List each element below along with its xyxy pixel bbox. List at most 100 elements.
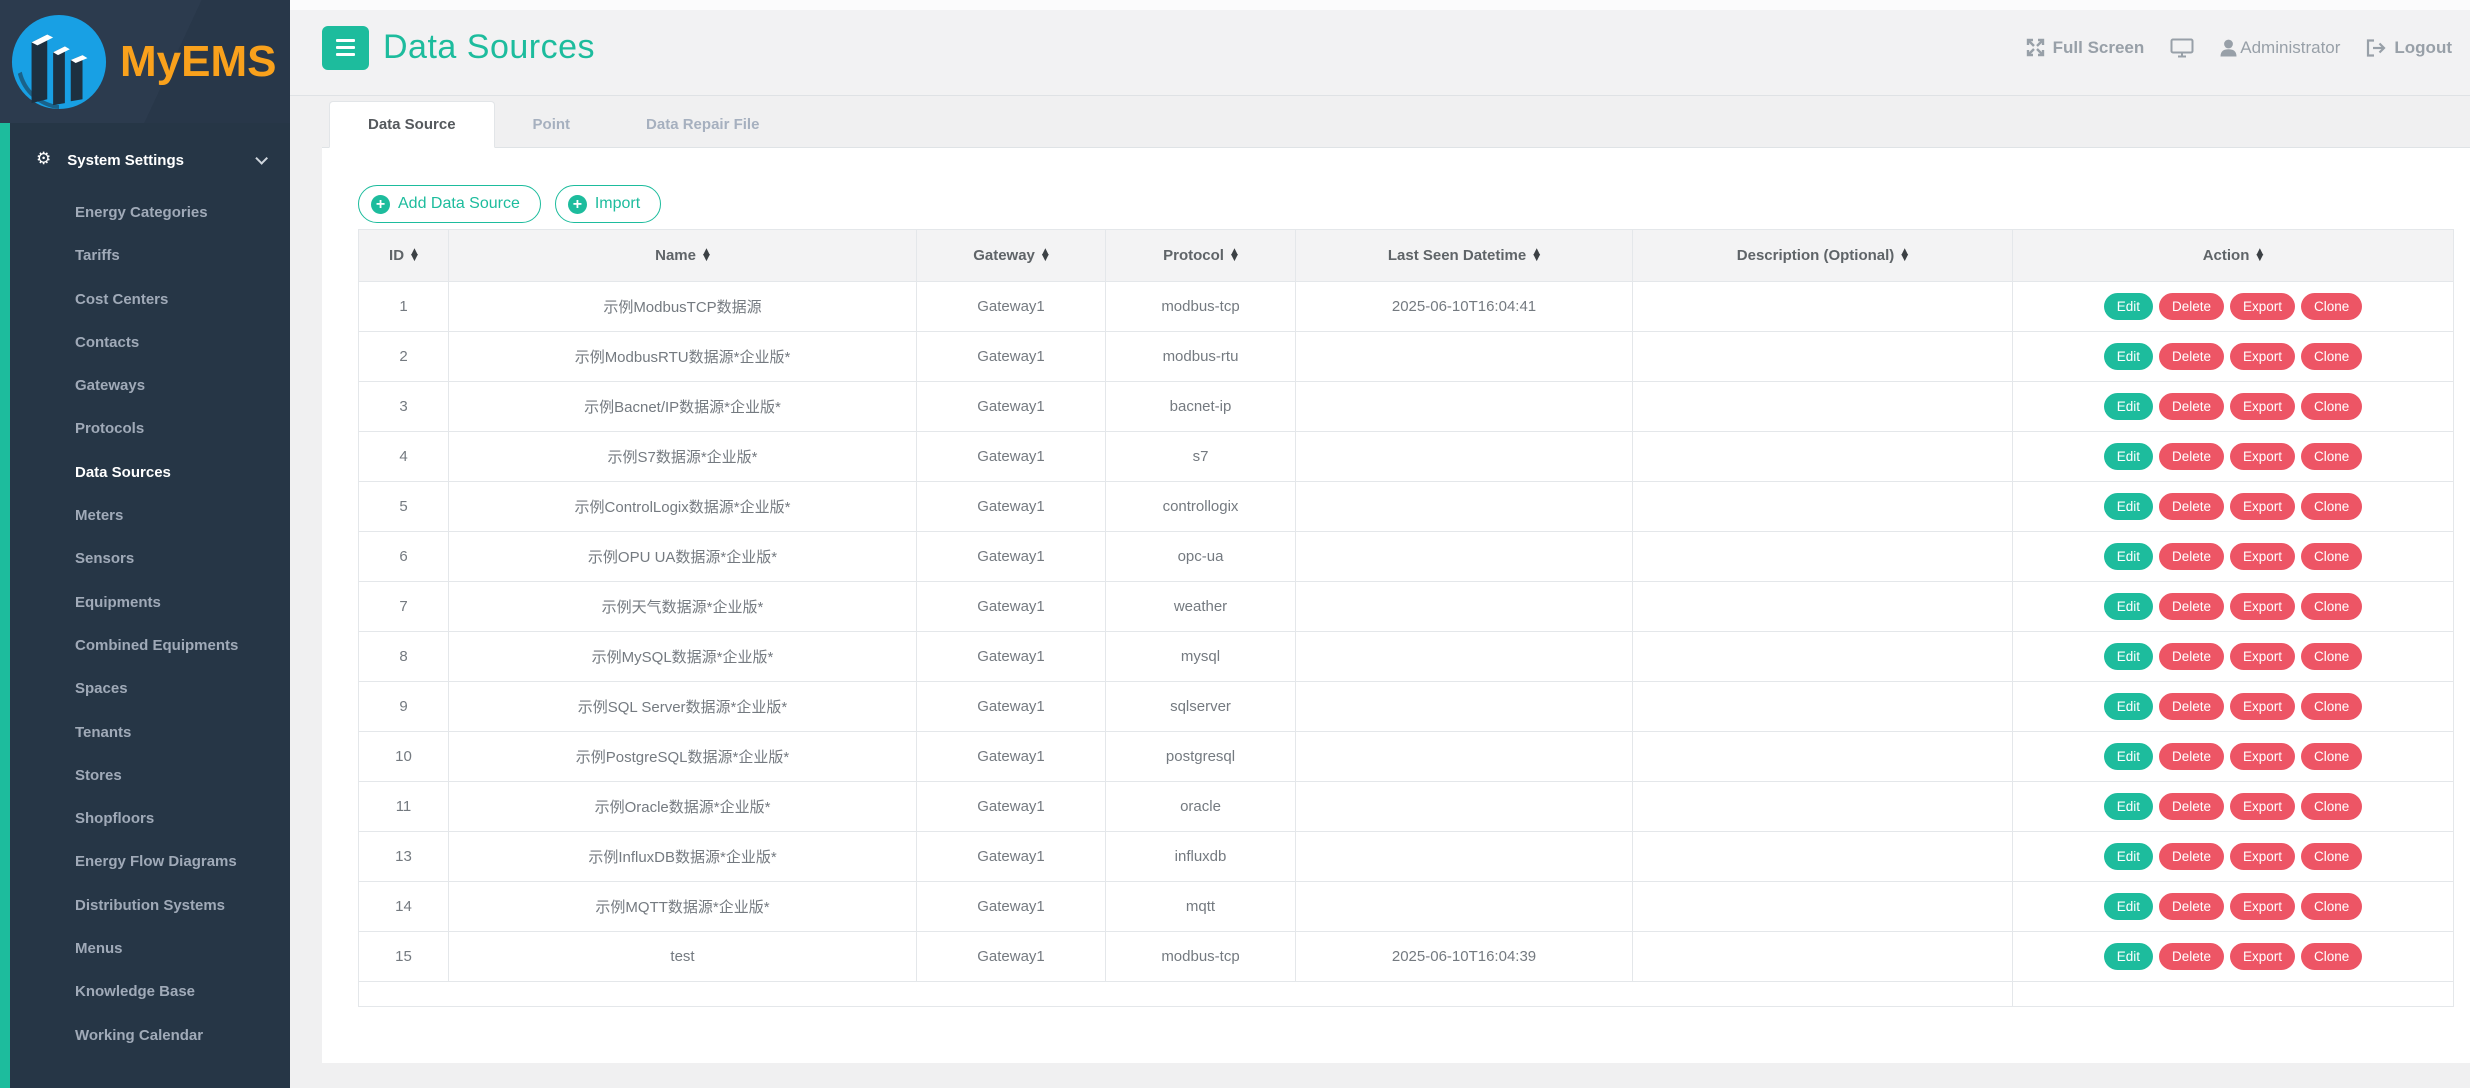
table-cell bbox=[1296, 682, 1633, 732]
edit-button[interactable]: Edit bbox=[2104, 693, 2153, 720]
delete-button[interactable]: Delete bbox=[2159, 643, 2224, 670]
sidebar-item-shopfloors[interactable]: Shopfloors bbox=[0, 797, 290, 840]
sidebar-item-tariffs[interactable]: Tariffs bbox=[0, 234, 290, 277]
delete-button[interactable]: Delete bbox=[2159, 293, 2224, 320]
clone-button[interactable]: Clone bbox=[2301, 643, 2362, 670]
clone-button[interactable]: Clone bbox=[2301, 493, 2362, 520]
sidebar-item-menus[interactable]: Menus bbox=[0, 927, 290, 970]
collapse-menu-button[interactable] bbox=[322, 26, 369, 70]
delete-button[interactable]: Delete bbox=[2159, 493, 2224, 520]
edit-button[interactable]: Edit bbox=[2104, 343, 2153, 370]
brand-logo[interactable]: MyEMS bbox=[0, 0, 290, 123]
edit-button[interactable]: Edit bbox=[2104, 393, 2153, 420]
export-button[interactable]: Export bbox=[2230, 743, 2295, 770]
delete-button[interactable]: Delete bbox=[2159, 343, 2224, 370]
column-header-gateway[interactable]: Gateway▲▼ bbox=[917, 230, 1106, 282]
clone-button[interactable]: Clone bbox=[2301, 943, 2362, 970]
edit-button[interactable]: Edit bbox=[2104, 443, 2153, 470]
clone-button[interactable]: Clone bbox=[2301, 693, 2362, 720]
edit-button[interactable]: Edit bbox=[2104, 793, 2153, 820]
edit-button[interactable]: Edit bbox=[2104, 843, 2153, 870]
edit-button[interactable]: Edit bbox=[2104, 943, 2153, 970]
sidebar-item-energy-categories[interactable]: Energy Categories bbox=[0, 191, 290, 234]
sidebar-item-knowledge-base[interactable]: Knowledge Base bbox=[0, 970, 290, 1013]
tab-point[interactable]: Point bbox=[495, 101, 609, 148]
edit-button[interactable]: Edit bbox=[2104, 543, 2153, 570]
sidebar-item-system-settings[interactable]: ⚙ System Settings bbox=[0, 140, 290, 180]
export-button[interactable]: Export bbox=[2230, 843, 2295, 870]
export-button[interactable]: Export bbox=[2230, 593, 2295, 620]
table-row: 8示例MySQL数据源*企业版*Gateway1mysqlEditDeleteE… bbox=[359, 632, 2454, 682]
sidebar-item-distribution-systems[interactable]: Distribution Systems bbox=[0, 884, 290, 927]
export-button[interactable]: Export bbox=[2230, 793, 2295, 820]
tab-data-repair-file[interactable]: Data Repair File bbox=[608, 101, 797, 148]
sidebar-item-meters[interactable]: Meters bbox=[0, 494, 290, 537]
clone-button[interactable]: Clone bbox=[2301, 543, 2362, 570]
column-header-last-seen-datetime[interactable]: Last Seen Datetime▲▼ bbox=[1296, 230, 1633, 282]
sidebar-item-working-calendar[interactable]: Working Calendar bbox=[0, 1014, 290, 1057]
edit-button[interactable]: Edit bbox=[2104, 293, 2153, 320]
sidebar-item-energy-flow-diagrams[interactable]: Energy Flow Diagrams bbox=[0, 840, 290, 883]
edit-button[interactable]: Edit bbox=[2104, 593, 2153, 620]
column-header-description-optional-[interactable]: Description (Optional)▲▼ bbox=[1633, 230, 2013, 282]
sidebar-item-equipments[interactable]: Equipments bbox=[0, 581, 290, 624]
export-button[interactable]: Export bbox=[2230, 643, 2295, 670]
add-data-source-button[interactable]: + Add Data Source bbox=[358, 185, 541, 223]
sidebar-item-contacts[interactable]: Contacts bbox=[0, 321, 290, 364]
delete-button[interactable]: Delete bbox=[2159, 693, 2224, 720]
sidebar-item-cost-centers[interactable]: Cost Centers bbox=[0, 278, 290, 321]
logout-button[interactable]: Logout bbox=[2366, 38, 2452, 58]
clone-button[interactable]: Clone bbox=[2301, 293, 2362, 320]
edit-button[interactable]: Edit bbox=[2104, 643, 2153, 670]
clone-button[interactable]: Clone bbox=[2301, 593, 2362, 620]
delete-button[interactable]: Delete bbox=[2159, 893, 2224, 920]
export-button[interactable]: Export bbox=[2230, 543, 2295, 570]
full-screen-button[interactable]: Full Screen bbox=[2026, 38, 2145, 58]
clone-button[interactable]: Clone bbox=[2301, 343, 2362, 370]
delete-button[interactable]: Delete bbox=[2159, 443, 2224, 470]
table-cell: 10 bbox=[359, 732, 449, 782]
export-button[interactable]: Export bbox=[2230, 943, 2295, 970]
export-button[interactable]: Export bbox=[2230, 893, 2295, 920]
edit-button[interactable]: Edit bbox=[2104, 893, 2153, 920]
tab-data-source[interactable]: Data Source bbox=[329, 101, 495, 148]
export-button[interactable]: Export bbox=[2230, 343, 2295, 370]
delete-button[interactable]: Delete bbox=[2159, 543, 2224, 570]
user-menu[interactable]: Administrator bbox=[2220, 38, 2340, 58]
export-button[interactable]: Export bbox=[2230, 393, 2295, 420]
sidebar-item-protocols[interactable]: Protocols bbox=[0, 407, 290, 450]
clone-button[interactable]: Clone bbox=[2301, 443, 2362, 470]
column-header-name[interactable]: Name▲▼ bbox=[449, 230, 917, 282]
column-header-action[interactable]: Action▲▼ bbox=[2013, 230, 2454, 282]
edit-button[interactable]: Edit bbox=[2104, 743, 2153, 770]
delete-button[interactable]: Delete bbox=[2159, 943, 2224, 970]
sidebar-item-combined-equipments[interactable]: Combined Equipments bbox=[0, 624, 290, 667]
clone-button[interactable]: Clone bbox=[2301, 393, 2362, 420]
delete-button[interactable]: Delete bbox=[2159, 593, 2224, 620]
export-button[interactable]: Export bbox=[2230, 443, 2295, 470]
sidebar-item-stores[interactable]: Stores bbox=[0, 754, 290, 797]
sidebar-item-tenants[interactable]: Tenants bbox=[0, 711, 290, 754]
delete-button[interactable]: Delete bbox=[2159, 793, 2224, 820]
sidebar-item-gateways[interactable]: Gateways bbox=[0, 364, 290, 407]
clone-button[interactable]: Clone bbox=[2301, 893, 2362, 920]
export-button[interactable]: Export bbox=[2230, 293, 2295, 320]
sidebar-item-data-sources[interactable]: Data Sources bbox=[0, 451, 290, 494]
column-header-protocol[interactable]: Protocol▲▼ bbox=[1106, 230, 1296, 282]
table-cell: modbus-tcp bbox=[1106, 932, 1296, 982]
delete-button[interactable]: Delete bbox=[2159, 743, 2224, 770]
column-header-id[interactable]: ID▲▼ bbox=[359, 230, 449, 282]
edit-button[interactable]: Edit bbox=[2104, 493, 2153, 520]
delete-button[interactable]: Delete bbox=[2159, 393, 2224, 420]
clone-button[interactable]: Clone bbox=[2301, 793, 2362, 820]
clone-button[interactable]: Clone bbox=[2301, 743, 2362, 770]
table-cell bbox=[1633, 832, 2013, 882]
import-button[interactable]: + Import bbox=[555, 185, 661, 223]
sidebar-item-spaces[interactable]: Spaces bbox=[0, 667, 290, 710]
clone-button[interactable]: Clone bbox=[2301, 843, 2362, 870]
display-button[interactable] bbox=[2170, 38, 2194, 58]
export-button[interactable]: Export bbox=[2230, 693, 2295, 720]
delete-button[interactable]: Delete bbox=[2159, 843, 2224, 870]
export-button[interactable]: Export bbox=[2230, 493, 2295, 520]
sidebar-item-sensors[interactable]: Sensors bbox=[0, 537, 290, 580]
